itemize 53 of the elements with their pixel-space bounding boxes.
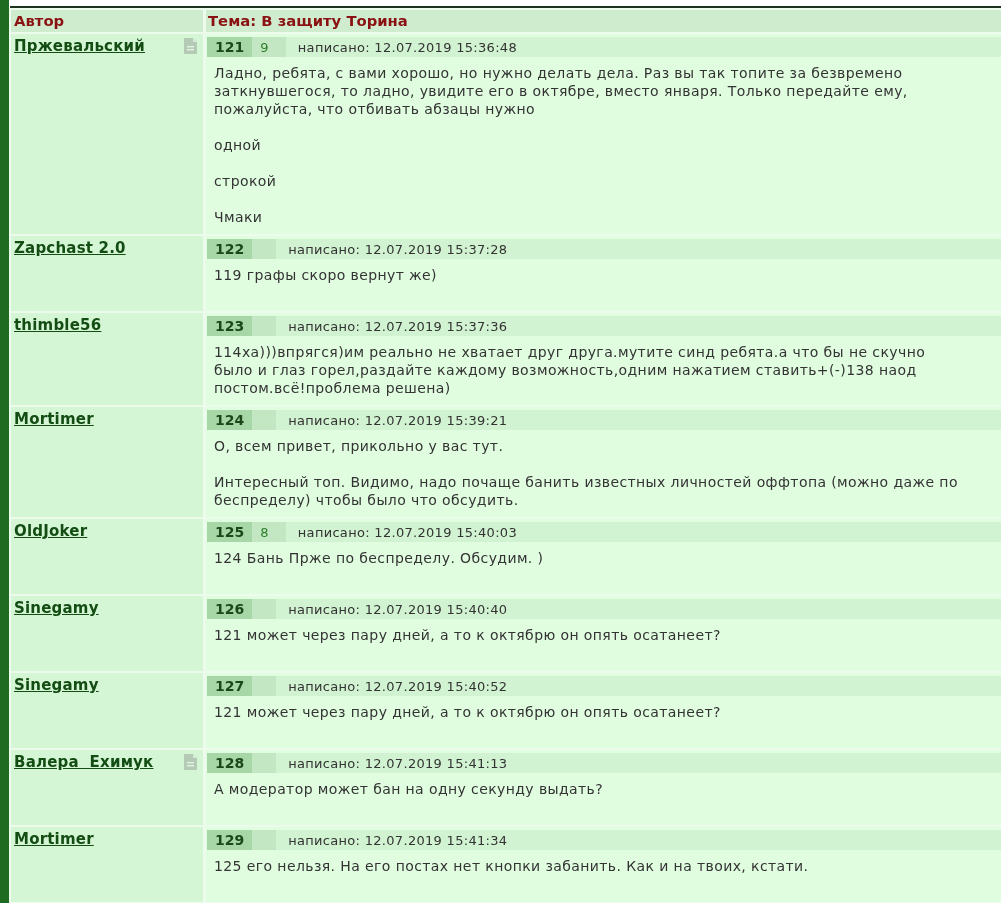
document-icon[interactable] bbox=[184, 754, 197, 770]
author-link[interactable]: OldJoker bbox=[14, 522, 88, 540]
post-date: написано: 12.07.2019 15:41:34 bbox=[288, 831, 508, 850]
post-number-link[interactable]: 125 bbox=[207, 522, 253, 542]
post-number-link[interactable]: 122 bbox=[207, 239, 253, 259]
post-number-link[interactable]: 121 bbox=[207, 37, 253, 57]
post-date: написано: 12.07.2019 15:36:48 bbox=[297, 38, 517, 57]
post-text: одной bbox=[214, 136, 263, 154]
post-text: 124 Бань Прже по беспределу. Обсудим. ) bbox=[214, 549, 545, 567]
post-rating bbox=[252, 410, 277, 430]
post-date: написано: 12.07.2019 15:37:36 bbox=[288, 317, 508, 336]
author-link[interactable]: Mortimer bbox=[14, 410, 94, 428]
column-header: Тема: В защиту Торина bbox=[206, 10, 1001, 32]
post-number-link[interactable]: 129 bbox=[207, 830, 253, 850]
post-text: Интересный топ. Видимо, надо почаще банить известных личностей оффтопа (можно даже по беспределу) чтобы было что обсудить. bbox=[214, 473, 959, 509]
post-text: 119 графы скоро вернут же) bbox=[214, 266, 438, 284]
document-icon[interactable] bbox=[184, 38, 197, 54]
post-rating bbox=[252, 599, 277, 619]
post-rating bbox=[252, 753, 277, 773]
author-link[interactable]: Sinegamy bbox=[14, 599, 99, 617]
post-rating bbox=[252, 676, 277, 696]
post-rating bbox=[252, 316, 277, 336]
post-date: написано: 12.07.2019 15:40:03 bbox=[297, 523, 517, 542]
post-rating: 8 bbox=[252, 522, 286, 542]
post-date: написано: 12.07.2019 15:40:40 bbox=[288, 600, 508, 619]
post-rating bbox=[252, 830, 277, 850]
post-rating: 9 bbox=[252, 37, 286, 57]
post-text: 125 его нельзя. На его постах нет кнопки забанить. Как и на твоих, кстати. bbox=[214, 857, 810, 875]
post-text: Ладно, ребята, с вами хорошо, но нужно делать дела. Раз вы так топите за безвремено заткнувшегося, то ладно, увидите его в октябре, вместо января. Только передайте ему, пожалуйста, что отбивать абзацы нужно bbox=[214, 64, 909, 118]
post-number-link[interactable]: 123 bbox=[207, 316, 253, 336]
post-date: написано: 12.07.2019 15:37:28 bbox=[288, 240, 508, 259]
post-rating bbox=[252, 239, 277, 259]
post-text: А модератор может бан на одну секунду выдать? bbox=[214, 780, 605, 798]
post-date: написано: 12.07.2019 15:39:21 bbox=[288, 411, 508, 430]
post-text: строкой bbox=[214, 172, 278, 190]
post-text: О, всем привет, прикольно у вас тут. bbox=[214, 437, 505, 455]
author-link[interactable]: Пржевальский bbox=[14, 37, 145, 55]
post-number-link[interactable]: 128 bbox=[207, 753, 253, 773]
post-number-link[interactable]: 126 bbox=[207, 599, 253, 619]
author-link[interactable]: Валера Ехимук bbox=[14, 753, 154, 771]
post-date: написано: 12.07.2019 15:41:13 bbox=[288, 754, 508, 773]
post-text: 121 может через пару дней, а то к октябрю он опять осатанеет? bbox=[214, 703, 722, 721]
column-header: Автор bbox=[11, 10, 203, 32]
post-text: 121 может через пару дней, а то к октябрю он опять осатанеет? bbox=[214, 626, 722, 644]
post-text: 114ха)))впрягся)им реально не хватает друг друга.мутите синд ребята.а что бы не скучно было и глаз горел,раздайте каждому возможность,одним нажатием ставить+(-)138 наод постом.всё!проблема решена) bbox=[214, 343, 927, 397]
author-link[interactable]: Zapchast 2.0 bbox=[14, 239, 126, 257]
author-link[interactable]: Sinegamy bbox=[14, 676, 99, 694]
author-link[interactable]: Mortimer bbox=[14, 830, 94, 848]
post-number-link[interactable]: 127 bbox=[207, 676, 253, 696]
post-number-link[interactable]: 124 bbox=[207, 410, 253, 430]
author-link[interactable]: thimble56 bbox=[14, 316, 102, 334]
post-date: написано: 12.07.2019 15:40:52 bbox=[288, 677, 508, 696]
post-text: Чмаки bbox=[214, 208, 264, 226]
